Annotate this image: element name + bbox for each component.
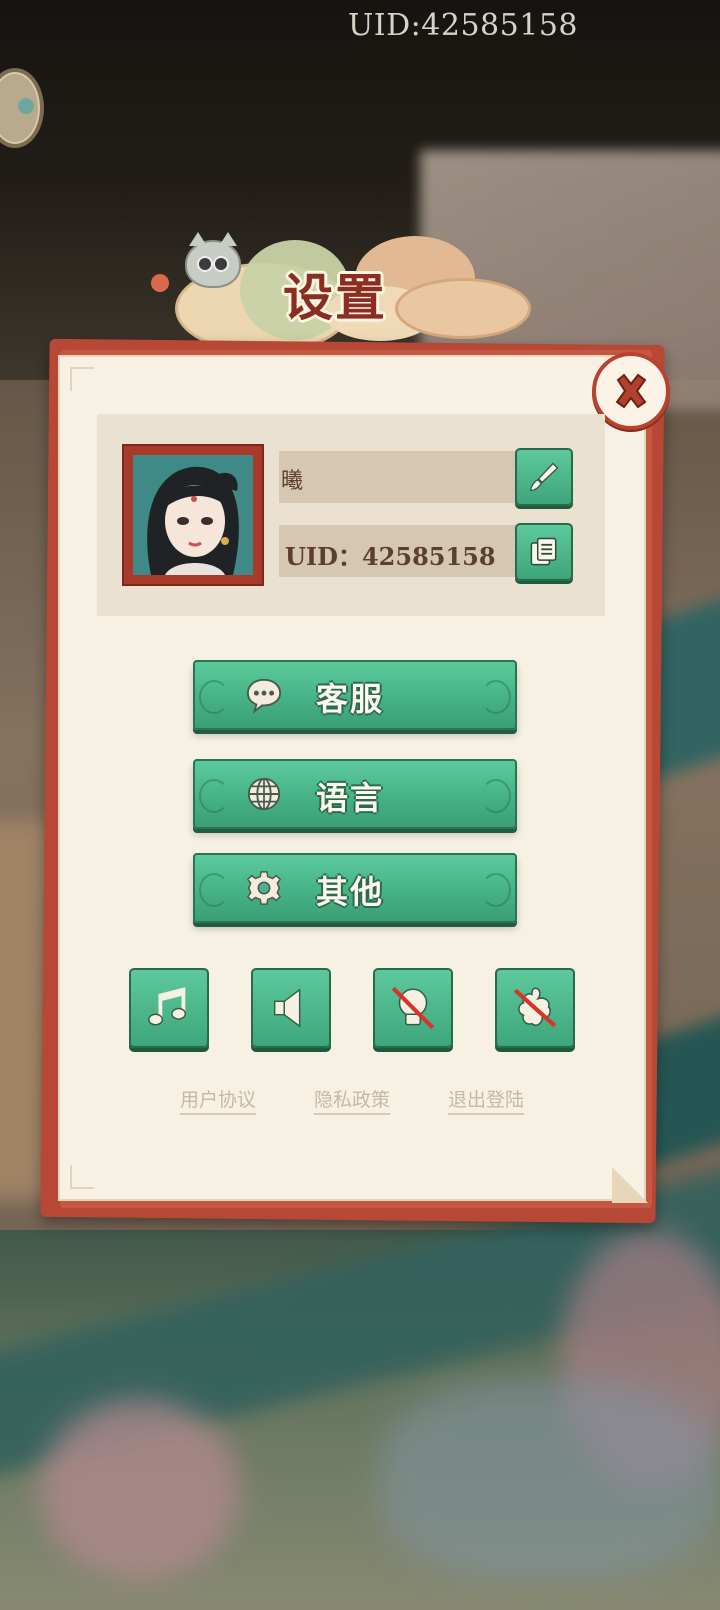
speaker-icon (273, 988, 301, 1028)
user-agreement-link[interactable]: 用户协议 (180, 1085, 257, 1115)
uid-text: UID：42585158 (285, 542, 496, 571)
lighting-toggle[interactable] (373, 968, 453, 1048)
player-name-field: 曦 (279, 451, 519, 503)
other-label: 其他 (315, 873, 384, 911)
customer-service-button[interactable]: 客服 (193, 660, 517, 730)
character-portrait-icon (133, 455, 253, 575)
sound-toggle[interactable] (251, 968, 331, 1048)
gear-icon (246, 871, 282, 905)
music-note-icon (148, 987, 187, 1026)
player-name: 曦 (281, 469, 304, 494)
close-icon (615, 373, 647, 409)
avatar[interactable] (122, 444, 264, 586)
top-uid-text: UID:42585158 (348, 8, 578, 43)
globe-icon (247, 777, 281, 811)
logout-link[interactable]: 退出登陆 (448, 1085, 525, 1115)
language-button[interactable]: 语言 (193, 759, 517, 829)
copy-icon (530, 537, 557, 566)
other-settings-button[interactable]: 其他 (193, 853, 517, 923)
copy-uid-button[interactable] (515, 523, 573, 581)
brush-icon (529, 462, 559, 492)
language-label: 语言 (315, 779, 384, 817)
chat-bubble-icon (246, 678, 282, 714)
lightbulb-icon (391, 986, 435, 1030)
privacy-policy-link[interactable]: 隐私政策 (314, 1085, 391, 1115)
edit-name-button[interactable] (515, 448, 573, 506)
customer-service-label: 客服 (315, 680, 384, 718)
uid-field: UID：42585158 (279, 525, 519, 577)
dialog-title: 设置 (283, 268, 387, 327)
dialog-title-banner: 设置 (145, 228, 531, 354)
music-toggle[interactable] (129, 968, 209, 1048)
effects-icon (513, 987, 557, 1028)
effects-toggle[interactable] (495, 968, 575, 1048)
